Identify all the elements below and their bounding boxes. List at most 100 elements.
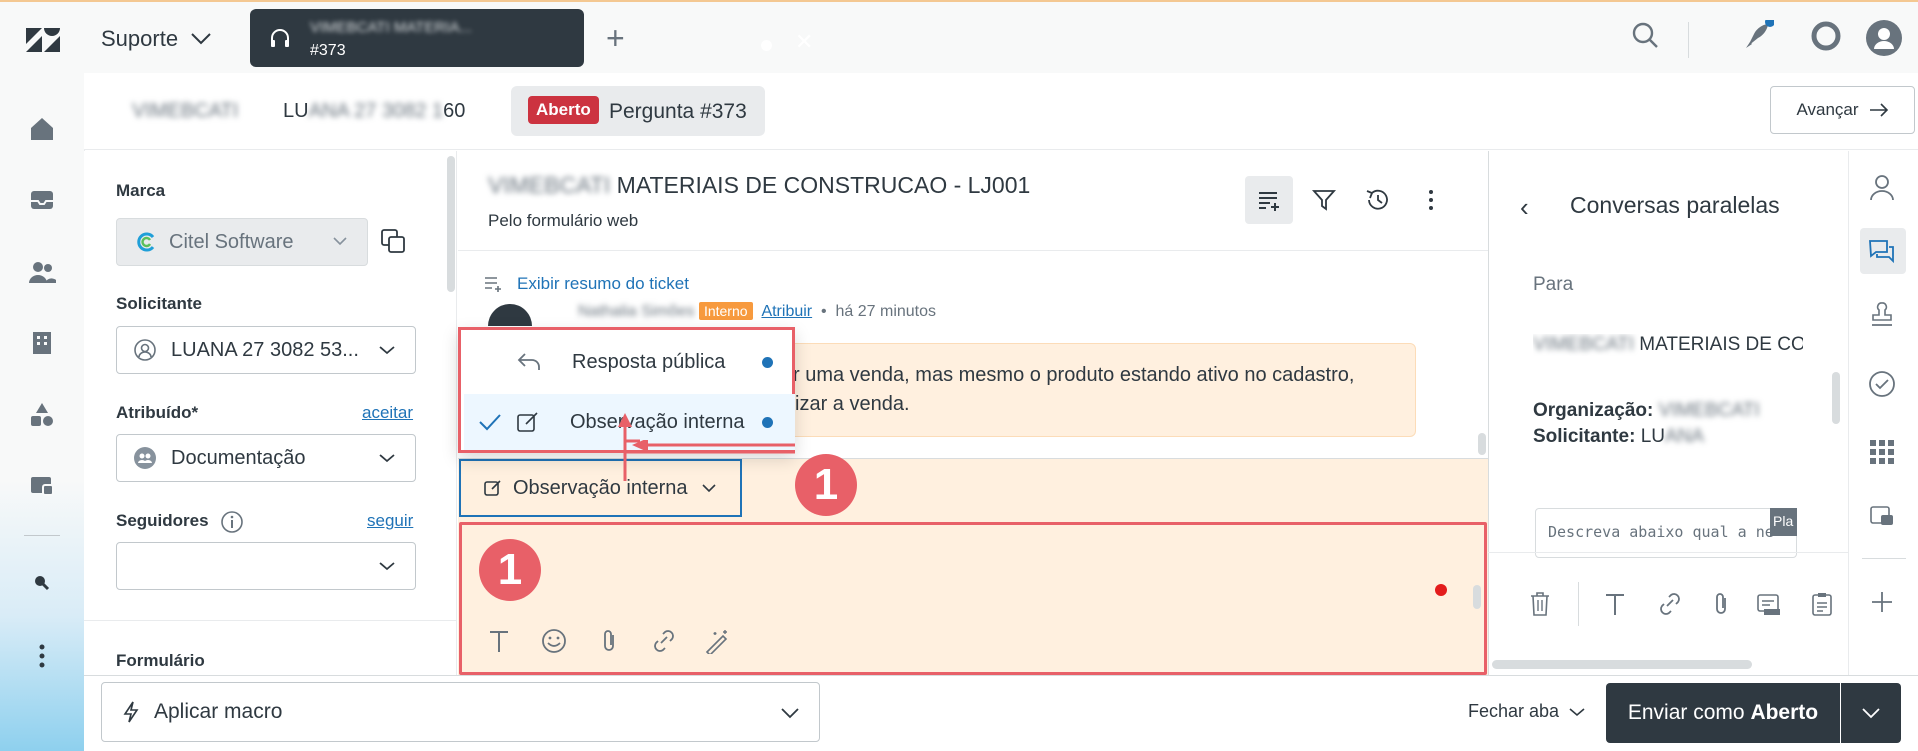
history-button[interactable] [1354, 176, 1402, 224]
submit-button[interactable]: Enviar como Aberto [1606, 683, 1840, 743]
add-app-icon[interactable] [1867, 587, 1897, 617]
chevron-down-icon [1569, 707, 1585, 716]
submit-prefix: Enviar como [1627, 701, 1745, 724]
assign-link[interactable]: Atribuir [761, 303, 812, 320]
workspace-icon[interactable] [27, 471, 57, 501]
back-chevron-icon[interactable]: ‹ [1520, 192, 1529, 223]
more-options-button[interactable] [1407, 176, 1455, 224]
link-icon[interactable] [650, 628, 678, 654]
help-icon[interactable] [1810, 20, 1842, 52]
requester-prefix: LU [283, 100, 309, 122]
to-text: MATERIAIS DE CO [1639, 334, 1803, 355]
requester-field[interactable]: LUANA 27 3082 53... [116, 326, 416, 374]
side-horizontal-scrollbar[interactable] [1492, 660, 1752, 669]
apply-macro-label: Aplicar macro [154, 700, 283, 723]
message-text-line-2: izar a venda. [795, 393, 910, 415]
menu-item-public-reply[interactable]: Resposta pública [464, 334, 795, 390]
organization-icon[interactable] [27, 328, 57, 358]
attachment-icon[interactable] [1711, 591, 1731, 617]
check-circle-icon[interactable] [1867, 369, 1897, 399]
add-tab-icon[interactable]: + [606, 22, 625, 54]
follow-link[interactable]: seguir [367, 511, 413, 531]
req-value: LU [1640, 426, 1665, 447]
edit-note-icon [517, 412, 538, 432]
trash-icon[interactable] [1529, 591, 1551, 617]
magic-wand-icon[interactable] [703, 628, 731, 654]
link-icon[interactable] [1656, 591, 1684, 617]
inbox-icon[interactable] [27, 185, 57, 215]
rocket-icon[interactable] [1740, 20, 1774, 54]
clipboard-icon[interactable] [1810, 591, 1834, 617]
side-scrollbar[interactable] [1832, 372, 1840, 424]
side-panel-title: Conversas paralelas [1570, 192, 1780, 218]
summary-list-icon [485, 277, 501, 292]
divider [1862, 558, 1906, 559]
copy-icon[interactable] [380, 228, 406, 254]
users-icon[interactable] [27, 257, 57, 287]
apps-grid-icon[interactable] [1867, 437, 1897, 467]
reply-icon [517, 353, 540, 370]
close-tab-icon[interactable]: ✕ [795, 31, 813, 53]
divider [1578, 582, 1579, 626]
product-label: Suporte [101, 26, 179, 51]
title-text: MATERIAIS DE CONSTRUCAO - LJ001 [616, 172, 1031, 198]
info-icon[interactable] [220, 510, 244, 534]
annotation-badge-2: 1 [479, 539, 541, 601]
divider [24, 535, 60, 536]
ticket-tab[interactable]: VIMEBCATI MATERIA... #373 ✕ [250, 9, 813, 67]
search-icon[interactable] [1630, 20, 1660, 50]
product-switcher[interactable]: Suporte [101, 26, 212, 52]
next-button[interactable]: Avançar [1770, 86, 1915, 134]
props-scrollbar[interactable] [447, 156, 455, 292]
menu-item-public-label: Resposta pública [572, 350, 726, 373]
filter-button[interactable] [1300, 176, 1348, 224]
breadcrumb-org[interactable]: VIMEBCATI [132, 100, 238, 123]
assignee-value: Documentação [171, 446, 306, 469]
home-icon[interactable] [27, 114, 57, 144]
close-tab-dropdown[interactable]: Fechar aba [1468, 701, 1585, 722]
ticket-tab-number: #373 [310, 42, 346, 59]
editor-scrollbar[interactable] [1473, 585, 1481, 609]
apply-macro-dropdown[interactable]: Aplicar macro [101, 682, 820, 742]
macro-icon[interactable] [1756, 591, 1782, 617]
filter-icon [1311, 190, 1337, 211]
history-icon [1366, 189, 1388, 210]
text-format-icon[interactable] [487, 628, 511, 654]
brand-label: Marca [116, 181, 166, 200]
conversation-scrollbar[interactable] [1478, 433, 1486, 455]
list-icon [1259, 192, 1279, 211]
accept-link[interactable]: aceitar [362, 403, 413, 423]
ticket-tab-title: VIMEBCATI MATERIA... [310, 19, 472, 36]
more-vertical-icon[interactable] [27, 641, 57, 671]
menu-dot [762, 416, 773, 428]
shapes-icon[interactable] [27, 400, 57, 430]
zendesk-logo-icon[interactable] [24, 26, 60, 54]
side-message-input[interactable]: Descreva abaixo qual a ne [1535, 508, 1797, 558]
to-value: VIMEBCATI MATERIAIS DE CO [1533, 334, 1803, 356]
assignee-field[interactable]: Documentação [116, 434, 416, 482]
user-icon[interactable] [1867, 172, 1897, 202]
side-conversations-icon[interactable] [1867, 236, 1897, 266]
stamp-icon[interactable] [1867, 300, 1897, 330]
followers-field[interactable] [116, 542, 416, 590]
assignee-label: Atribuído* [116, 403, 199, 422]
search-app-icon[interactable] [27, 568, 57, 598]
workspace-icon[interactable] [1867, 501, 1897, 531]
submit-options-button[interactable] [1841, 683, 1901, 743]
ticket-summary-link[interactable]: Exibir resumo do ticket [483, 274, 689, 294]
breadcrumb-requester[interactable]: LUANA 27 3082 160 [283, 100, 465, 123]
conversation-title: VIMEBCATI MATERIAIS DE CONSTRUCAO - LJ00… [488, 172, 1030, 199]
req-blur: ANA [1664, 426, 1705, 447]
divider [84, 620, 457, 621]
user-avatar-icon[interactable] [1866, 20, 1902, 56]
conversation-list-button[interactable] [1245, 176, 1293, 224]
annotation-connector [625, 450, 795, 454]
text-format-icon[interactable] [1604, 591, 1626, 617]
breadcrumb-ticket-title: Pergunta #373 [609, 100, 747, 123]
message-text-line-1: r uma venda, mas mesmo o produto estando… [793, 364, 1355, 386]
attachment-icon[interactable] [598, 628, 620, 654]
org-label: Organização: [1533, 400, 1654, 421]
emoji-icon[interactable] [541, 628, 567, 654]
message-meta: Nathalia Simões Interno Atribuir • há 27… [578, 302, 937, 320]
menu-dot [762, 356, 773, 368]
